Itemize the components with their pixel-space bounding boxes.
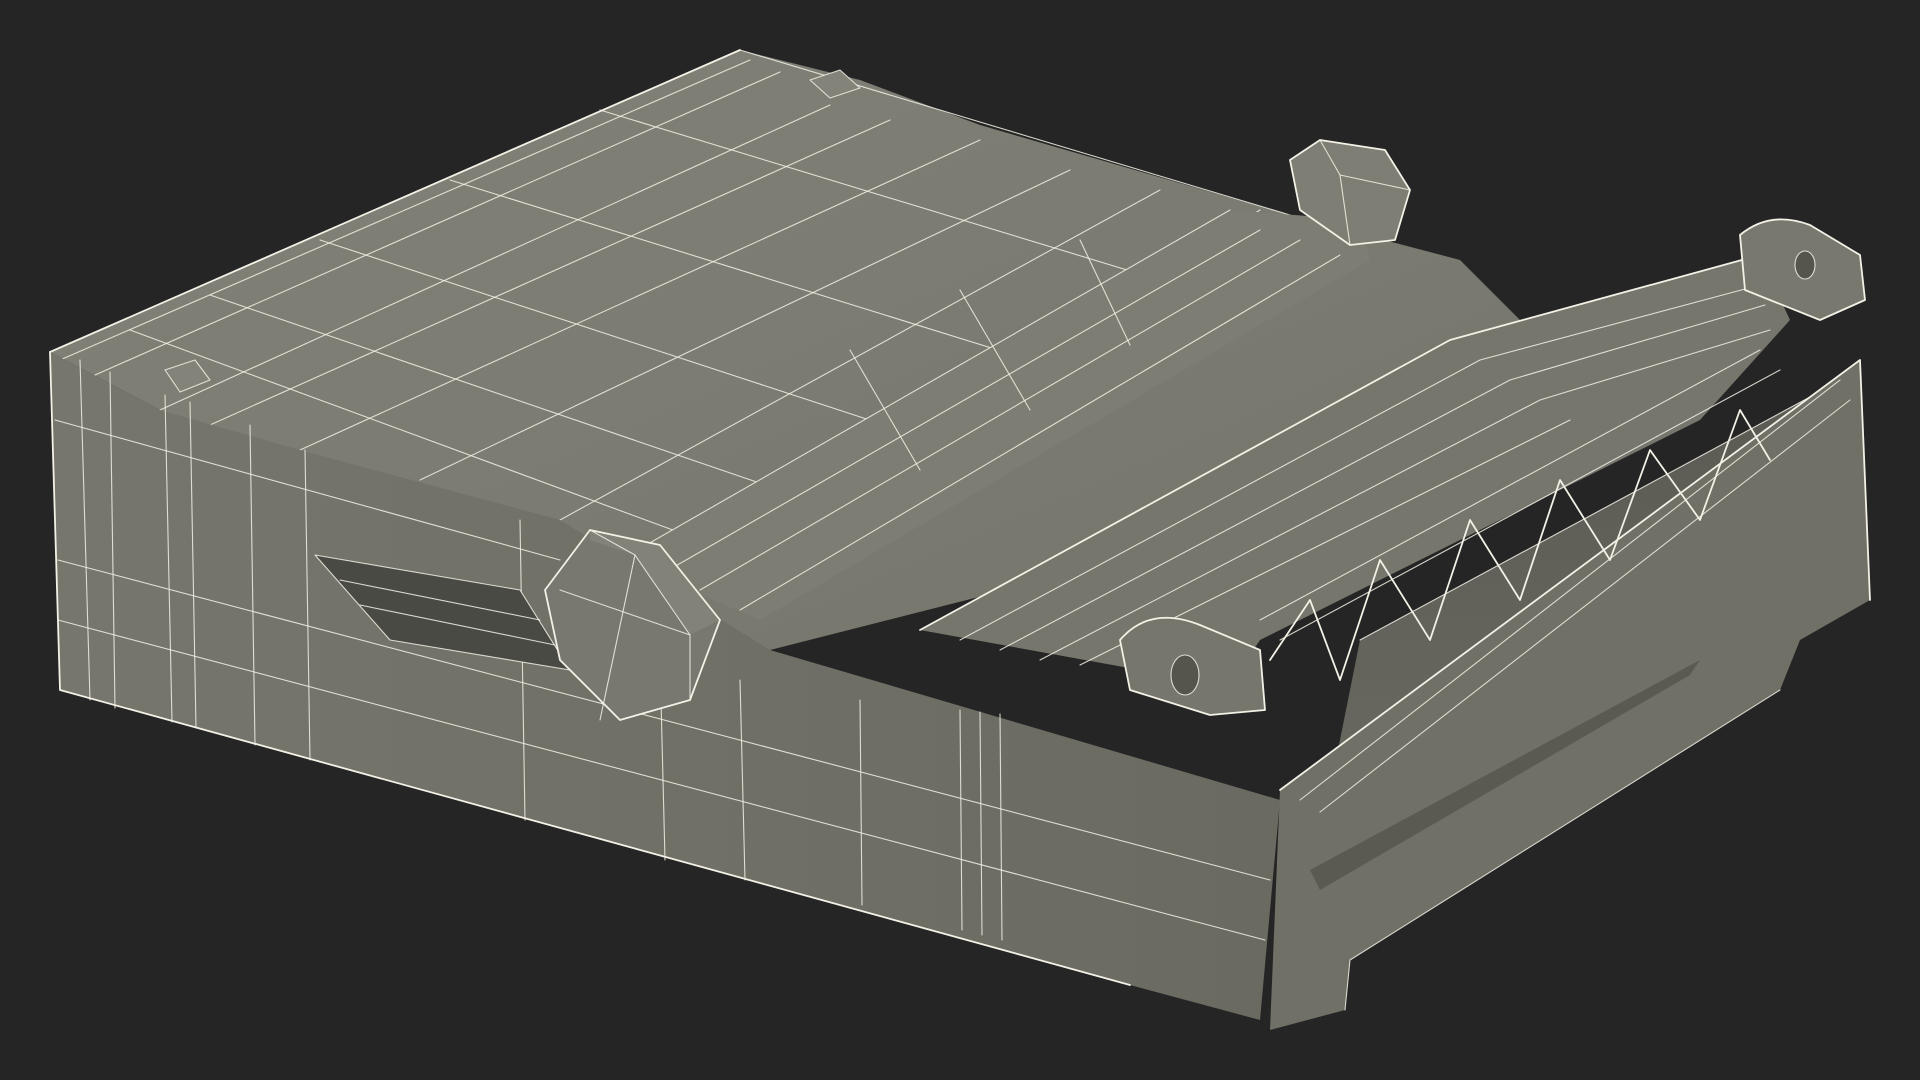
wireframe-model-render bbox=[49, 49, 1871, 1030]
render-viewport bbox=[0, 0, 1920, 1080]
